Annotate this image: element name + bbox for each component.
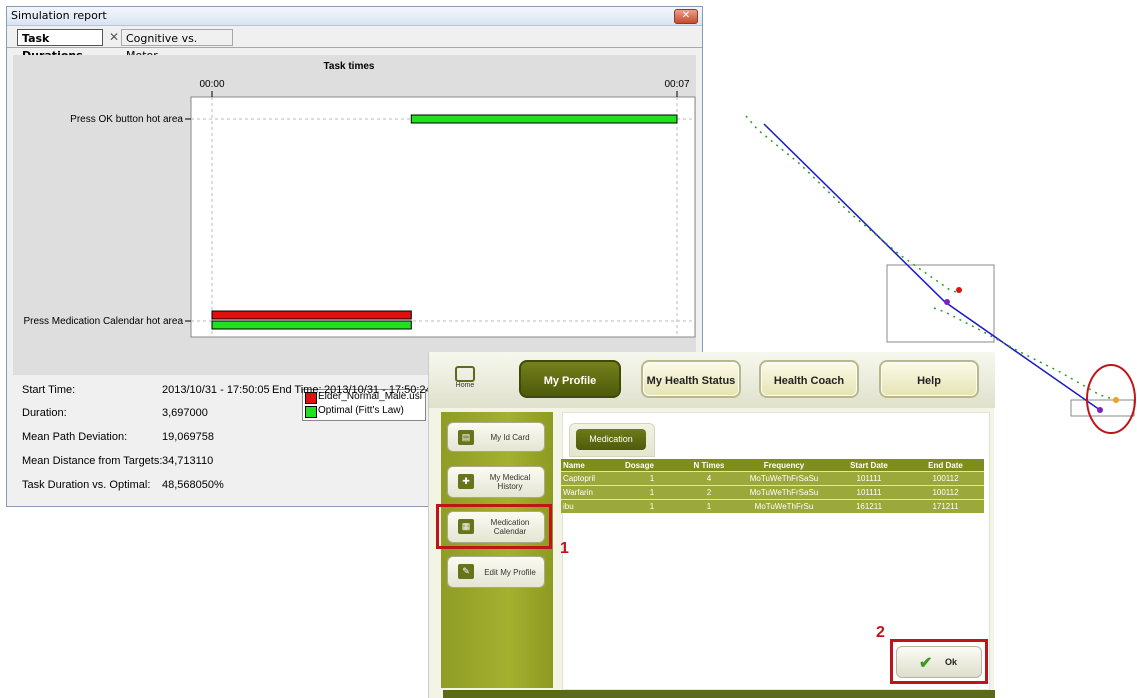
highlight-circle (1086, 364, 1136, 434)
annotation-label-2: 2 (876, 624, 885, 641)
table-cell: 161211 (831, 499, 907, 513)
home-label: Home (455, 382, 475, 389)
table-cell: ibu (561, 499, 623, 513)
sidebar-item-edit-my-profile[interactable]: ✎ Edit My Profile (447, 556, 545, 588)
chart-svg: Task times 00:00 00:07 Press OK button h… (23, 61, 696, 338)
table-cell: 2 (681, 485, 737, 500)
start-time-label: Start Time: (22, 384, 76, 396)
table-cell: 101111 (831, 471, 907, 486)
y-category-label: Press OK button hot area (70, 114, 183, 125)
table-cell: 1 (681, 499, 737, 513)
target-box (1070, 399, 1135, 417)
table-cell: 171211 (907, 499, 984, 513)
mean-distance-targets-value: 34,713110 (162, 455, 214, 467)
nav-help[interactable]: Help (879, 360, 979, 398)
table-cell: 1 (623, 471, 681, 486)
report-tabs: Task Durations ✕ Cognitive vs. Motor (7, 26, 702, 62)
table-cell: MoTuWeThFrSaSu (737, 471, 831, 486)
task-duration-optimal-value: 48,568050% (162, 479, 224, 491)
sidebar-item-my-id-card[interactable]: ▤ My Id Card (447, 422, 545, 452)
duration-label: Duration: (22, 407, 67, 419)
target-point (1113, 397, 1119, 403)
table-header-row: Name Dosage N Times Frequency Start Date… (561, 459, 984, 472)
column-header: Start Date (831, 459, 907, 472)
edit-profile-icon: ✎ (458, 564, 474, 579)
x-tick-label: 00:07 (664, 79, 689, 90)
medication-table: Name Dosage N Times Frequency Start Date… (561, 459, 984, 513)
mean-path-deviation-label: Mean Path Deviation: (22, 431, 128, 443)
table-row[interactable]: Captopril 1 4 MoTuWeThFrSaSu 101111 1001… (561, 471, 984, 486)
nav-my-health-status[interactable]: My Health Status (641, 360, 741, 398)
window-titlebar: Simulation report ✕ (7, 7, 702, 26)
gantt-bar (211, 320, 412, 330)
tab-task-durations[interactable]: Task Durations (17, 29, 103, 62)
annotation-label-1: 1 (560, 540, 569, 557)
click-point (1097, 407, 1103, 413)
gantt-bar (410, 114, 678, 124)
tab-medication-label: Medication (576, 429, 646, 450)
table-cell: MoTuWeThFrSaSu (737, 485, 831, 500)
table-cell: 101111 (831, 485, 907, 500)
id-card-icon: ▤ (458, 430, 474, 445)
task-times-chart: Task times 00:00 00:07 Press OK button h… (13, 55, 696, 421)
table-cell: MoTuWeThFrSu (737, 499, 831, 513)
home-button[interactable]: Home (452, 366, 478, 398)
highlight-box-1 (436, 504, 552, 549)
mean-distance-targets-label: Mean Distance from Targets: (22, 455, 163, 467)
close-icon[interactable]: ✕ (674, 9, 698, 24)
click-point (944, 299, 950, 305)
optimal-path-dots (745, 115, 957, 293)
target-box (886, 264, 995, 343)
table-cell: Warfarin (561, 485, 623, 500)
sidebar-item-label: My Id Card (490, 432, 530, 442)
gantt-bar (211, 310, 412, 320)
plot-area (190, 96, 696, 338)
app-bottom-bar (443, 690, 995, 698)
table-cell: 100112 (907, 485, 984, 500)
end-time-value: 2013/10/31 - 17:50:24 (324, 384, 432, 396)
tab-close-icon[interactable]: ✕ (105, 29, 121, 46)
end-time-label: End Time: (272, 384, 322, 396)
legend-item: Optimal (Fitt's Law) (303, 404, 425, 418)
chart-title: Task times (324, 61, 375, 72)
column-header: Dosage (623, 459, 681, 472)
column-header: Frequency (737, 459, 831, 472)
y-category-label: Press Medication Calendar hot area (23, 316, 183, 327)
start-time-value: 2013/10/31 - 17:50:05 (162, 384, 270, 396)
mean-path-deviation-value: 19,069758 (162, 431, 214, 443)
legend-label: Optimal (Fitt's Law) (318, 405, 404, 416)
legend-swatch (305, 406, 317, 418)
table-cell: 1 (623, 485, 681, 500)
medical-history-icon: ✚ (458, 474, 474, 489)
app-topbar: Home My Profile My Health Status Health … (429, 352, 995, 408)
sidebar-item-label: My Medical History (489, 473, 531, 491)
target-point (956, 287, 962, 293)
sidebar-item-label: Edit My Profile (484, 567, 536, 577)
nav-health-coach[interactable]: Health Coach (759, 360, 859, 398)
nav-my-profile[interactable]: My Profile (519, 360, 621, 398)
home-icon (455, 366, 475, 382)
tab-cognitive-vs-motor[interactable]: Cognitive vs. Motor (121, 29, 233, 62)
table-cell: 1 (623, 499, 681, 513)
window-title: Simulation report (11, 9, 107, 22)
profile-sidebar: ▤ My Id Card ✚ My Medical History ▦ Medi… (441, 412, 553, 688)
x-tick-label: 00:00 (199, 79, 224, 90)
column-header: N Times (681, 459, 737, 472)
table-cell: 100112 (907, 471, 984, 486)
task-duration-optimal-label: Task Duration vs. Optimal: (22, 479, 151, 491)
duration-value: 3,697000 (162, 407, 208, 419)
column-header: End Date (907, 459, 984, 472)
table-row[interactable]: ibu 1 1 MoTuWeThFrSu 161211 171211 (561, 499, 984, 513)
table-row[interactable]: Warfarin 1 2 MoTuWeThFrSaSu 101111 10011… (561, 485, 984, 500)
tab-medication[interactable]: Medication (569, 423, 655, 457)
column-header: Name (561, 459, 623, 472)
sidebar-item-my-medical-history[interactable]: ✚ My Medical History (447, 466, 545, 498)
highlight-box-2 (890, 639, 988, 684)
table-cell: Captopril (561, 471, 623, 486)
table-cell: 4 (681, 471, 737, 486)
